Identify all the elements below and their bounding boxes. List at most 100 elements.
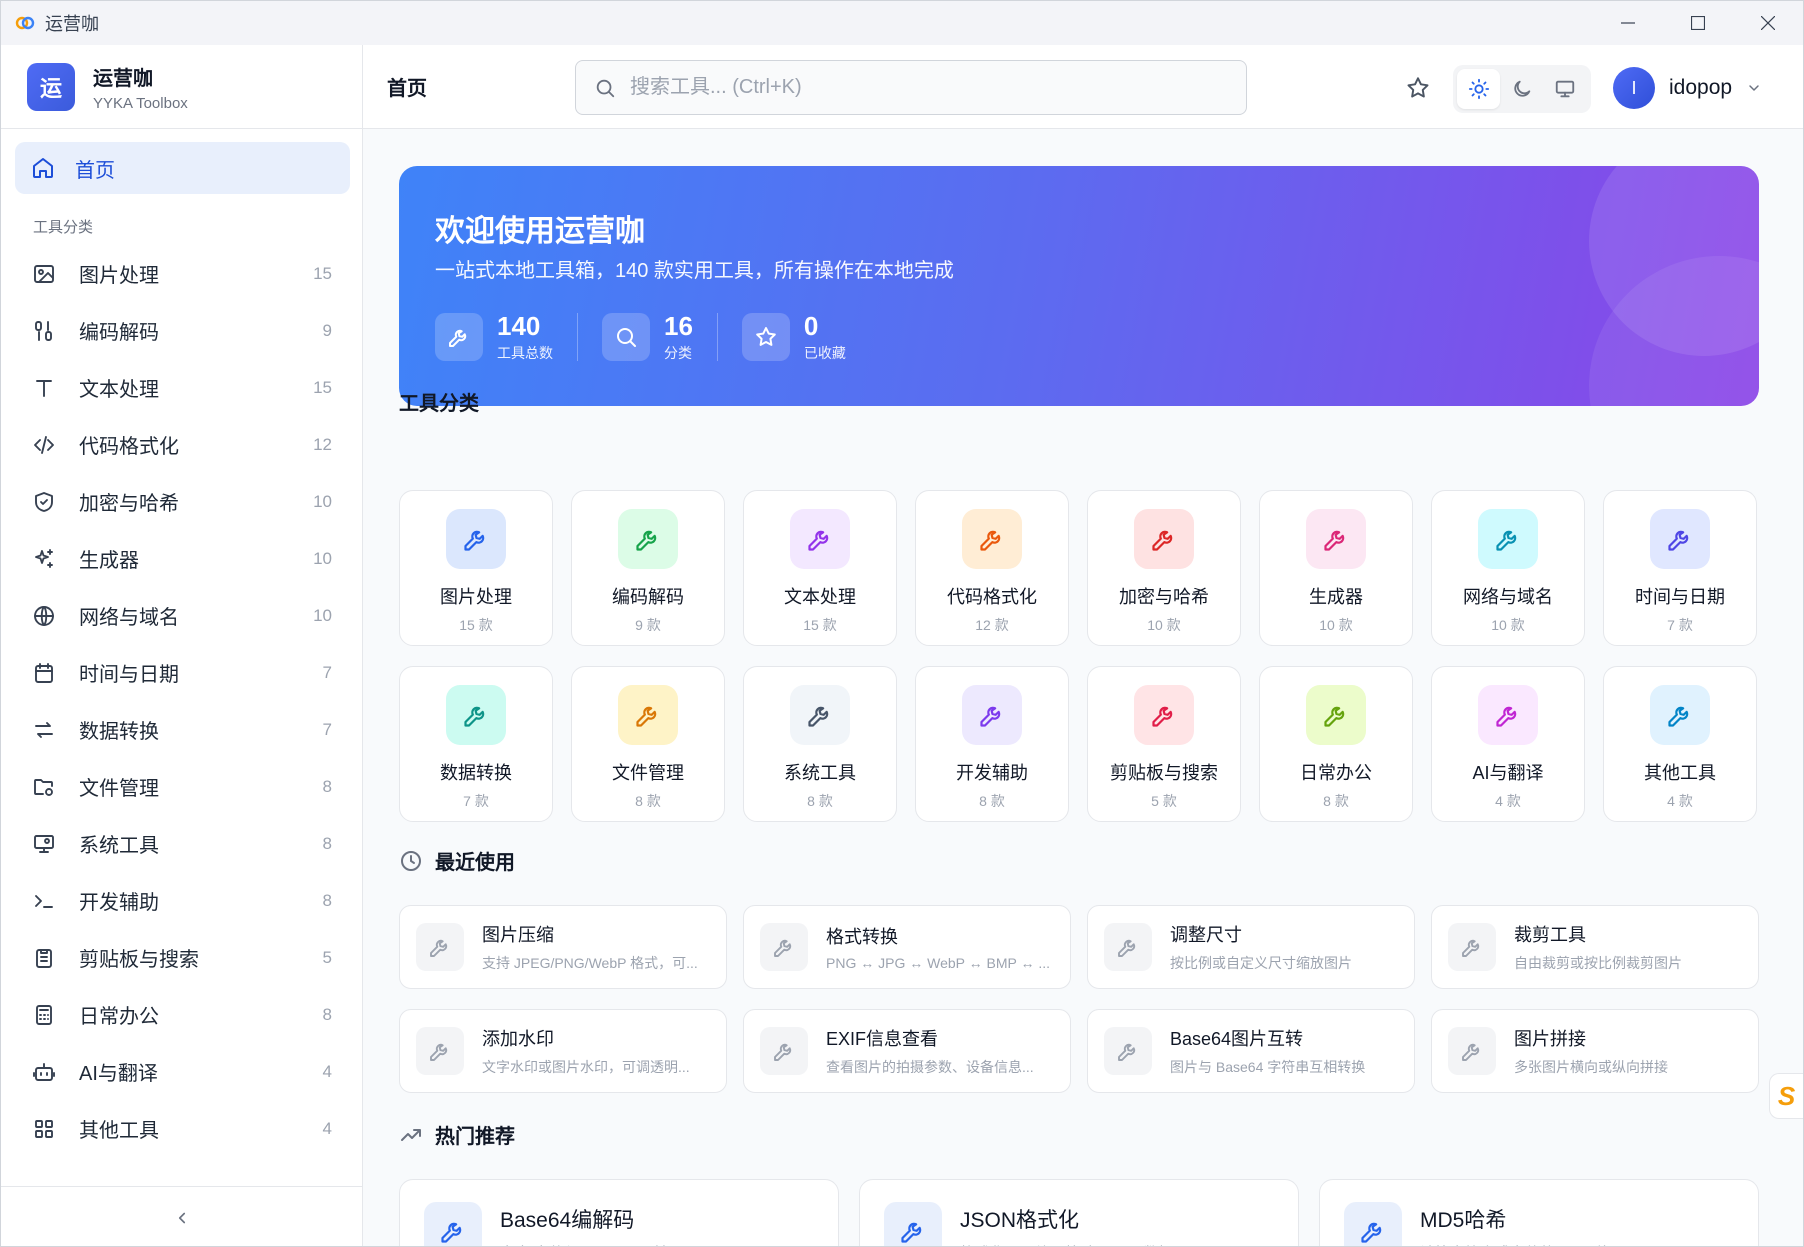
sidebar-item-13[interactable]: 日常办公 8 xyxy=(1,986,362,1043)
category-card[interactable]: 生成器 10 款 xyxy=(1259,490,1413,646)
sidebar-item-14[interactable]: AI与翻译 4 xyxy=(1,1043,362,1100)
close-button[interactable] xyxy=(1733,1,1803,45)
category-card[interactable]: 加密与哈希 10 款 xyxy=(1087,490,1241,646)
header: 首页 I idopop xyxy=(363,45,1803,129)
recent-title-text: 最近使用 xyxy=(435,852,515,874)
sidebar-item-1[interactable]: 编码解码 9 xyxy=(1,302,362,359)
category-card[interactable]: 剪贴板与搜索 5 款 xyxy=(1087,666,1241,822)
categories-title-text: 工具分类 xyxy=(399,393,479,415)
wrench-icon xyxy=(1668,706,1689,727)
category-count: 8 款 xyxy=(807,793,833,809)
category-card[interactable]: 文件管理 8 款 xyxy=(571,666,725,822)
sidebar-item-10[interactable]: 系统工具 8 xyxy=(1,815,362,872)
wrench-icon xyxy=(449,329,467,347)
theme-light-button[interactable] xyxy=(1457,69,1501,109)
sidebar-item-3[interactable]: 代码格式化 12 xyxy=(1,416,362,473)
category-card[interactable]: 数据转换 7 款 xyxy=(399,666,553,822)
category-count: 15 款 xyxy=(459,617,493,633)
recent-tool-card[interactable]: 图片拼接 多张图片横向或纵向拼接 xyxy=(1431,1009,1759,1093)
tool-name: MD5哈希 xyxy=(1420,1209,1507,1232)
category-name: 生成器 xyxy=(1309,587,1363,607)
sidebar-item-15[interactable]: 其他工具 4 xyxy=(1,1100,362,1157)
category-count: 7 款 xyxy=(463,793,489,809)
sidebar-item-2[interactable]: 文本处理 15 xyxy=(1,359,362,416)
clock-icon xyxy=(401,850,421,871)
sidebar-section-label: 工具分类 xyxy=(33,219,94,236)
sidebar-item-11[interactable]: 开发辅助 8 xyxy=(1,872,362,929)
category-card[interactable]: 其他工具 4 款 xyxy=(1603,666,1757,822)
recent-tool-card[interactable]: 调整尺寸 按比例或自定义尺寸缩放图片 xyxy=(1087,905,1415,989)
category-card[interactable]: 网络与域名 10 款 xyxy=(1431,490,1585,646)
theme-dark-button[interactable] xyxy=(1500,69,1543,109)
stats-row: 140 工具总数 16 分类 0 已收藏 xyxy=(435,311,846,363)
floating-side-tab[interactable]: S xyxy=(1769,1073,1803,1119)
star-icon xyxy=(1407,77,1429,98)
wrench-icon xyxy=(1118,939,1136,957)
recent-tool-card[interactable]: 添加水印文字水印或图片水印，可调透明... xyxy=(399,1009,727,1093)
recent-tool-card[interactable]: 裁剪工具 自由裁剪或按比例裁剪图片 xyxy=(1431,905,1759,989)
tool-description: 文字水印或图片水印，可调透明... xyxy=(482,1059,690,1075)
wrench-icon xyxy=(774,1043,792,1061)
theme-system-button[interactable] xyxy=(1544,69,1587,109)
search-input[interactable] xyxy=(630,76,1190,99)
wrench-icon xyxy=(1152,706,1173,727)
tool-name: EXIF信息查看 xyxy=(826,1029,939,1049)
sidebar-item-8[interactable]: 数据转换 7 xyxy=(1,701,362,758)
brand-subtitle: YYKA Toolbox xyxy=(93,94,188,112)
category-card[interactable]: 代码格式化 12 款 xyxy=(915,490,1069,646)
clipboard-icon xyxy=(36,948,52,968)
sidebar-item-count: 4 xyxy=(322,1118,332,1138)
sidebar-item-label: 剪贴板与搜索 xyxy=(79,949,199,971)
category-name: 系统工具 xyxy=(784,763,856,783)
hot-tool-card[interactable]: JSON格式化格式化、压缩、校验 JSON 数据 xyxy=(859,1179,1299,1246)
minimize-button[interactable] xyxy=(1593,1,1663,45)
sidebar-item-count: 12 xyxy=(313,434,332,454)
hot-tool-card[interactable]: Base64编解码文本/文件与 Base64 互转 xyxy=(399,1179,839,1246)
sidebar-item-4[interactable]: 加密与哈希 10 xyxy=(1,473,362,530)
wrench-icon xyxy=(1668,530,1689,551)
wrench-icon xyxy=(430,939,448,957)
category-card[interactable]: 开发辅助 8 款 xyxy=(915,666,1069,822)
category-card[interactable]: 时间与日期 7 款 xyxy=(1603,490,1757,646)
collapse-sidebar-button[interactable] xyxy=(1,1186,362,1246)
recent-tool-card[interactable]: 图片压缩 支持 JPEG/PNG/WebP 格式，可... xyxy=(399,905,727,989)
user-menu[interactable]: I idopop xyxy=(1613,67,1762,109)
favorites-button[interactable] xyxy=(1403,73,1433,103)
category-card[interactable]: AI与翻译 4 款 xyxy=(1431,666,1585,822)
recent-tool-card[interactable]: Base64图片互转 图片与 Base64 字符串互相转换 xyxy=(1087,1009,1415,1093)
swap-icon xyxy=(35,721,53,738)
wrench-icon xyxy=(636,530,657,551)
recent-tool-card[interactable]: EXIF信息查看 查看图片的拍摄参数、设备信息... xyxy=(743,1009,1071,1093)
wrench-icon xyxy=(901,1222,922,1243)
sidebar-item-label: 开发辅助 xyxy=(79,892,159,914)
category-card[interactable]: 系统工具 8 款 xyxy=(743,666,897,822)
sidebar-item-7[interactable]: 时间与日期 7 xyxy=(1,644,362,701)
sidebar-item-label: AI与翻译 xyxy=(79,1063,158,1085)
category-card[interactable]: 日常办公 8 款 xyxy=(1259,666,1413,822)
category-card[interactable]: 文本处理 15 款 xyxy=(743,490,897,646)
sidebar-item-12[interactable]: 剪贴板与搜索 5 xyxy=(1,929,362,986)
wrench-icon xyxy=(441,1222,462,1243)
hot-tool-card[interactable]: MD5哈希计算字符串或文件的 MD5 值 xyxy=(1319,1179,1759,1246)
recent-tool-card[interactable]: 格式转换 PNG ↔ JPG ↔ WebP ↔ BMP ↔ ... xyxy=(743,905,1071,989)
sidebar-item-9[interactable]: 文件管理 8 xyxy=(1,758,362,815)
sidebar-item-label: 文本处理 xyxy=(79,379,159,401)
main-content: 欢迎使用运营咖 一站式本地工具箱，140 款实用工具，所有操作在本地完成 140… xyxy=(363,129,1803,1246)
tool-description: 按比例或自定义尺寸缩放图片 xyxy=(1170,955,1352,971)
folder-cog-icon xyxy=(34,778,53,796)
category-card[interactable]: 编码解码 9 款 xyxy=(571,490,725,646)
category-card[interactable]: 图片处理 15 款 xyxy=(399,490,553,646)
sidebar-item-home[interactable]: 首页 xyxy=(15,142,350,194)
category-name: 代码格式化 xyxy=(947,587,1037,607)
maximize-button[interactable] xyxy=(1663,1,1733,45)
sidebar-item-0[interactable]: 图片处理 15 xyxy=(1,245,362,302)
sidebar-item-6[interactable]: 网络与域名 10 xyxy=(1,587,362,644)
search-box[interactable] xyxy=(575,60,1247,115)
wrench-icon xyxy=(430,1043,448,1061)
tool-name: 图片拼接 xyxy=(1514,1029,1586,1049)
sidebar-item-label: 加密与哈希 xyxy=(79,493,179,515)
category-name: 剪贴板与搜索 xyxy=(1110,763,1218,783)
sidebar-item-5[interactable]: 生成器 10 xyxy=(1,530,362,587)
tool-name: 添加水印 xyxy=(482,1029,554,1049)
wrench-icon xyxy=(1462,1043,1480,1061)
